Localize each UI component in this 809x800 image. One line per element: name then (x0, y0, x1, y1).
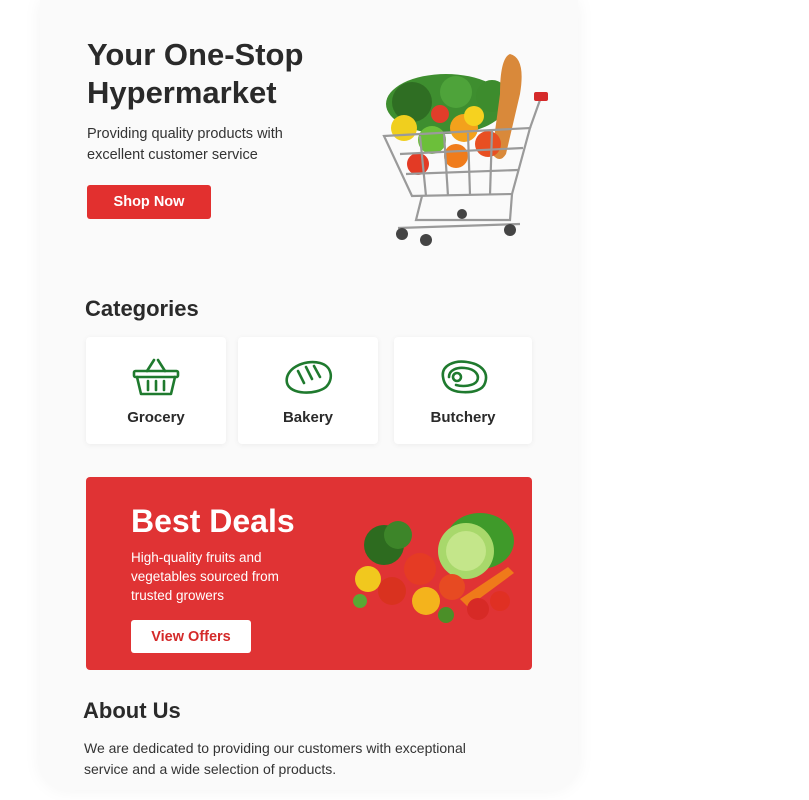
categories-title: Categories (85, 296, 199, 321)
basket-icon (132, 358, 180, 396)
meat-icon (441, 360, 488, 394)
category-label-butchery: Butchery (430, 409, 496, 426)
cart-produce (386, 54, 522, 175)
category-label-grocery: Grocery (127, 409, 185, 426)
deals-title: Best Deals (131, 503, 295, 539)
category-card-bakery[interactable]: Bakery (238, 337, 378, 444)
about-text: We are dedicated to providing our custom… (84, 740, 466, 777)
category-card-grocery[interactable]: Grocery (86, 337, 226, 444)
vegetables-image (353, 513, 514, 623)
hero-title: Your One-Stop Hypermarket (87, 37, 304, 110)
deals-description: High-quality fruits and vegetables sourc… (131, 550, 279, 603)
shop-now-button[interactable]: Shop Now (87, 185, 211, 219)
category-card-butchery[interactable]: Butchery (394, 337, 532, 444)
hero-subtitle: Providing quality products with excellen… (87, 126, 283, 163)
best-deals-banner: Best Deals High-quality fruits and veget… (86, 477, 532, 670)
view-offers-button[interactable]: View Offers (131, 620, 251, 653)
bread-icon (285, 360, 333, 394)
about-title: About Us (83, 698, 181, 723)
shopping-cart-image (382, 54, 548, 246)
page-container: Your One-Stop Hypermarket Providing qual… (40, 0, 578, 790)
category-label-bakery: Bakery (282, 409, 334, 426)
